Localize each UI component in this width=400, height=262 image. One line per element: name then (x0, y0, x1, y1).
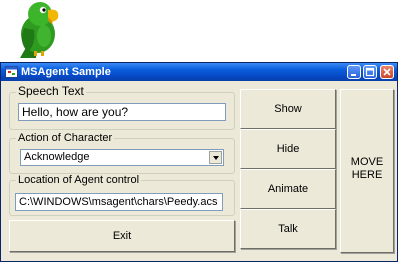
maximize-icon (365, 67, 375, 77)
speech-text-label: Speech Text (16, 84, 86, 98)
app-icon[interactable] (5, 66, 18, 78)
move-here-label-line1: MOVE (350, 156, 384, 168)
move-here-label-line2: HERE (351, 169, 383, 181)
title-bar[interactable]: MSAgent Sample (1, 63, 397, 81)
close-icon (383, 68, 391, 76)
minimize-button[interactable] (347, 65, 361, 79)
maximize-button[interactable] (363, 65, 377, 79)
exit-button[interactable]: Exit (9, 220, 235, 252)
action-select[interactable]: Acknowledge (20, 149, 224, 166)
location-group: Location of Agent control C:\WINDOWS\msa… (9, 174, 235, 216)
move-here-button[interactable]: MOVE HERE (340, 89, 394, 253)
action-selected-value: Acknowledge (24, 151, 90, 163)
app-window: MSAgent Sample Speech Text Hello, how ar… (0, 62, 398, 262)
animate-button[interactable]: Animate (240, 169, 336, 209)
action-label: Action of Character (16, 132, 115, 145)
location-label: Location of Agent control (16, 174, 142, 187)
dropdown-button[interactable] (209, 151, 222, 164)
parrot-icon[interactable] (6, 0, 70, 58)
hide-button[interactable]: Hide (240, 129, 336, 169)
close-button[interactable] (380, 65, 394, 79)
location-input[interactable]: C:\WINDOWS\msagent\chars\Peedy.acs (15, 193, 223, 211)
speech-text-group: Speech Text Hello, how are you? (9, 85, 235, 130)
speech-text-input[interactable]: Hello, how are you? (18, 103, 226, 121)
action-group: Action of Character Acknowledge (9, 132, 235, 174)
minimize-icon (351, 74, 356, 76)
chevron-down-icon (213, 156, 219, 160)
window-title: MSAgent Sample (21, 66, 111, 78)
talk-button[interactable]: Talk (240, 209, 336, 249)
show-button[interactable]: Show (240, 89, 336, 129)
